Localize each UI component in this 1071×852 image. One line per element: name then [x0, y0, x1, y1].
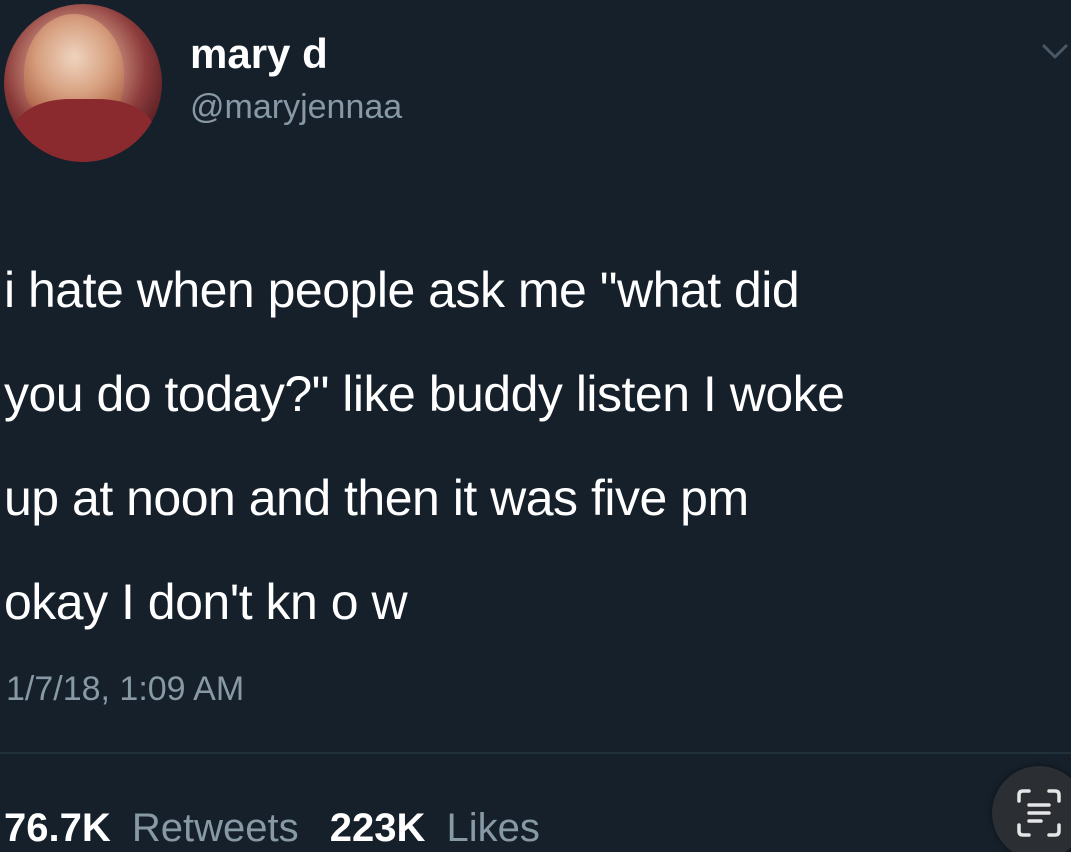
tweet-timestamp[interactable]: 1/7/18, 1:09 AM — [6, 670, 244, 709]
tweet-text-line: up at noon and then it was five pm — [4, 470, 749, 526]
tweet-stats: 76.7K Retweets 223K Likes — [4, 806, 540, 851]
text-scan-button[interactable] — [992, 766, 1071, 852]
tweet-card: mary d @maryjennaa i hate when people as… — [0, 0, 1071, 852]
divider — [0, 752, 1071, 754]
likes-label[interactable]: Likes — [447, 806, 540, 850]
tweet-text-line: you do today?" like buddy listen I woke — [4, 366, 845, 422]
user-handle[interactable]: @maryjennaa — [190, 88, 402, 127]
display-name[interactable]: mary d — [190, 30, 328, 78]
retweets-count[interactable]: 76.7K — [4, 806, 111, 850]
chevron-down-icon[interactable] — [1040, 40, 1070, 64]
likes-count[interactable]: 223K — [330, 806, 426, 850]
avatar[interactable] — [4, 4, 162, 162]
text-scan-icon — [1017, 789, 1061, 837]
retweets-label[interactable]: Retweets — [132, 806, 299, 850]
tweet-text-line: okay I don't kn o w — [4, 574, 408, 630]
tweet-text: i hate when people ask me "what did you … — [4, 238, 1064, 654]
tweet-text-line: i hate when people ask me "what did — [4, 262, 800, 318]
